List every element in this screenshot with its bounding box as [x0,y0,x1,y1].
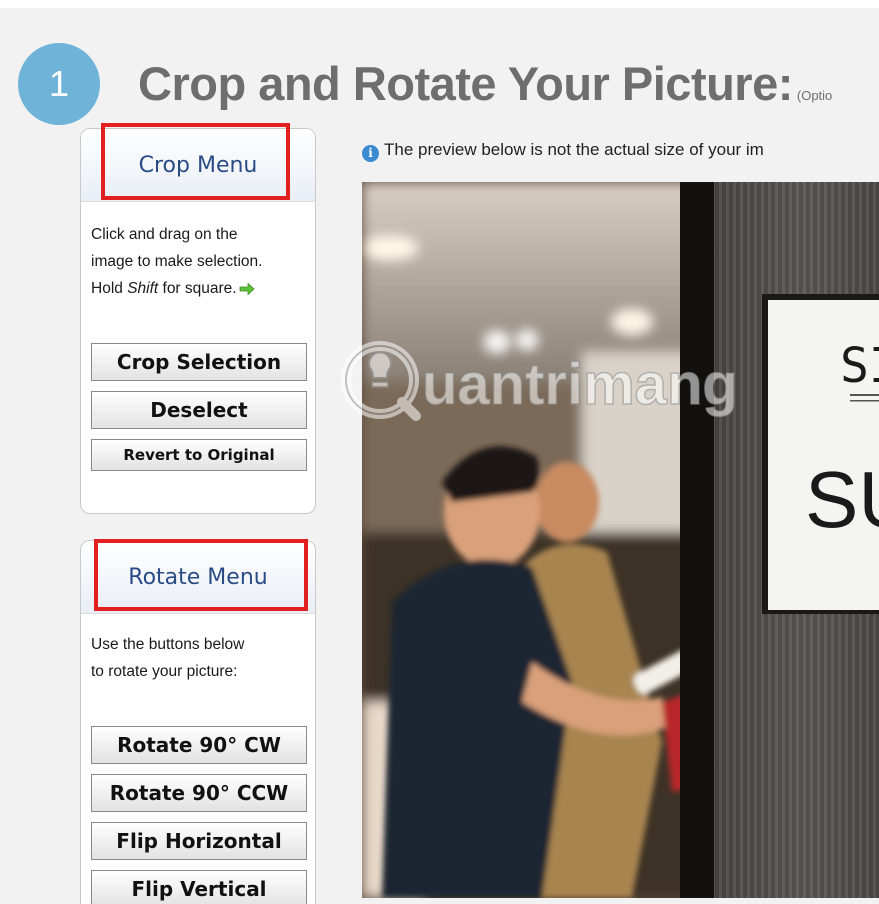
rotate-instructions-line1: Use the buttons below [91,636,245,653]
crop-instructions-hold: Hold [91,280,128,297]
green-arrow-right-icon [239,282,255,295]
crop-instructions-square: for square. [158,280,237,297]
photo-canvas: SI SU [362,182,879,898]
flip-horizontal-button[interactable]: Flip Horizontal [91,822,307,860]
page: 1 Crop and Rotate Your Picture: (Optio Cr… [0,8,879,904]
rotate-menu-title: Rotate Menu [128,565,268,590]
sign-text-top: SI [840,338,879,394]
info-icon: i [362,145,379,162]
rotate-menu-panel: Rotate Menu Use the buttons below to rot… [80,540,316,904]
crop-menu-panel: Crop Menu Click and drag on the image to… [80,128,316,514]
page-title: Crop and Rotate Your Picture: (Optio [138,56,832,111]
page-title-text: Crop and Rotate Your Picture: [138,57,793,110]
optional-note: (Optio [796,88,833,103]
sign-text-main: SU [805,455,879,544]
rotate-menu-header: Rotate Menu [81,541,315,614]
crop-menu-header: Crop Menu [81,129,315,202]
preview-image[interactable]: SI SU [362,182,879,898]
rotate-instructions: Use the buttons below to rotate your pic… [91,631,309,685]
crop-instructions-shift: Shift [127,280,159,297]
crop-instructions-line3: Hold Shift for square. [91,275,309,302]
step-number-badge: 1 [18,43,100,125]
crop-menu-title: Crop Menu [138,153,258,178]
revert-to-original-button[interactable]: Revert to Original [91,439,307,471]
preview-info-text: The preview below is not the actual size… [384,140,764,159]
crop-selection-button[interactable]: Crop Selection [91,343,307,381]
rotate-instructions-line2: to rotate your picture: [91,663,238,680]
crop-instructions-line1: Click and drag on the [91,226,238,243]
rotate-ccw-button[interactable]: Rotate 90° CCW [91,774,307,812]
rotate-cw-button[interactable]: Rotate 90° CW [91,726,307,764]
crop-instructions: Click and drag on the image to make sele… [91,221,309,302]
deselect-button[interactable]: Deselect [91,391,307,429]
crop-instructions-line2: image to make selection. [91,253,263,270]
flip-vertical-button[interactable]: Flip Vertical [91,870,307,904]
preview-info: i The preview below is not the actual siz… [362,140,764,162]
